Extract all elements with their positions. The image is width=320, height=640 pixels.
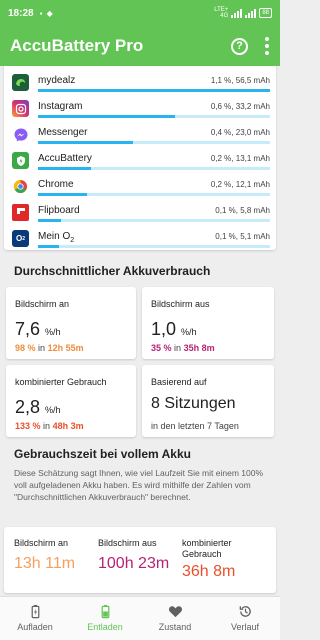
- nav-health[interactable]: Zustand: [140, 597, 210, 640]
- list-item-messenger[interactable]: Messenger 0,4 %, 23,0 mAh: [4, 124, 276, 150]
- usage-bar: [38, 89, 270, 92]
- battery-charging-icon: [31, 604, 39, 619]
- list-item-instagram[interactable]: Instagram 0,6 %, 33,2 mAh: [4, 98, 276, 124]
- estimate-label: kombinierter Gebrauch: [182, 538, 232, 559]
- app-usage-stat: 1,1 %, 56,5 mAh: [210, 76, 270, 85]
- tile-value: 2,8 %/h: [15, 397, 61, 417]
- tile-combined-usage[interactable]: kombinierter Gebrauch 2,8 %/h 133 % in 4…: [6, 365, 136, 437]
- app-name: Flipboard: [38, 205, 80, 216]
- app-usage-list: mydealz 1,1 %, 56,5 mAh Instagram 0,6 %,…: [4, 56, 276, 250]
- app-bar: AccuBattery Pro ?: [0, 26, 280, 66]
- app-usage-stat: 0,6 %, 33,2 mAh: [210, 102, 270, 111]
- usage-bar: [38, 219, 270, 222]
- tile-label: Bildschirm aus: [151, 299, 210, 309]
- battery-discharging-icon: [101, 604, 109, 619]
- tile-sub: 98 % in 12h 55m: [15, 343, 84, 353]
- battery-icon: 88: [259, 8, 272, 18]
- more-options-icon[interactable]: [264, 37, 270, 55]
- app-usage-stat: 0,1 %, 5,8 mAh: [215, 206, 270, 215]
- tile-screen-on[interactable]: Bildschirm an 7,6 %/h 98 % in 12h 55m: [6, 287, 136, 359]
- messenger-icon: [12, 126, 29, 143]
- usage-bar: [38, 141, 270, 144]
- nav-label: Zustand: [158, 622, 192, 632]
- tile-label: Basierend auf: [151, 377, 207, 387]
- notification-icons: ▪ ◆: [39, 8, 54, 18]
- list-item-chrome[interactable]: Chrome 0,2 %, 12,1 mAh: [4, 176, 276, 202]
- tile-value: 8 Sitzungen: [151, 395, 236, 412]
- app-name: AccuBattery: [38, 153, 92, 164]
- status-bar: 18:28 ▪ ◆ LTE+ 4G 88: [0, 0, 280, 26]
- estimate-screen-on: Bildschirm an 13h 11m: [14, 538, 75, 573]
- tile-label: kombinierter Gebrauch: [15, 377, 107, 387]
- estimate-value: 13h 11m: [14, 555, 76, 572]
- accubattery-icon: [12, 152, 29, 169]
- app-usage-stat: 0,4 %, 23,0 mAh: [210, 128, 270, 137]
- chrome-icon: [12, 178, 29, 195]
- o2-icon: O2: [12, 230, 29, 247]
- tile-sub: in den letzten 7 Tagen: [151, 421, 239, 431]
- runtime-estimate-card: Bildschirm an 13h 11m Bildschirm aus 100…: [4, 527, 276, 593]
- mydealz-icon: [12, 74, 29, 91]
- section-title-average-usage: Durchschnittlicher Akkuverbrauch: [14, 264, 211, 278]
- nav-charging[interactable]: Aufladen: [0, 597, 70, 640]
- nav-label: Entladen: [87, 622, 123, 632]
- estimate-value: 36h 8m: [182, 563, 236, 580]
- nav-history[interactable]: Verlauf: [210, 597, 280, 640]
- usage-bar: [38, 193, 270, 196]
- list-item-flipboard[interactable]: Flipboard 0,1 %, 5,8 mAh: [4, 202, 276, 228]
- tile-sub: 133 % in 48h 3m: [15, 421, 84, 431]
- signal-icon: [231, 8, 243, 18]
- section-title-runtime: Gebrauchszeit bei vollem Akku: [14, 447, 191, 461]
- tile-label: Bildschirm an: [15, 299, 70, 309]
- app-usage-stat: 0,2 %, 13,1 mAh: [210, 154, 270, 163]
- estimate-value: 100h 23m: [98, 555, 170, 572]
- list-item-mein-o2[interactable]: O2 Mein O2 0,1 %, 5,1 mAh: [4, 228, 276, 250]
- app-name: Messenger: [38, 127, 88, 138]
- nav-label: Verlauf: [230, 622, 260, 632]
- network-type: LTE+ 4G: [214, 7, 228, 19]
- nav-discharging[interactable]: Entladen: [70, 597, 140, 640]
- app-name: mydealz: [38, 75, 76, 86]
- app-name: Chrome: [38, 179, 74, 190]
- tile-based-on[interactable]: Basierend auf 8 Sitzungen in den letzten…: [142, 365, 274, 437]
- usage-bar: [38, 115, 270, 118]
- tile-value: 7,6 %/h: [15, 319, 61, 339]
- tile-value: 1,0 %/h: [151, 319, 197, 339]
- list-item-accubattery[interactable]: AccuBattery 0,2 %, 13,1 mAh: [4, 150, 276, 176]
- nav-label: Aufladen: [17, 622, 53, 632]
- instagram-icon: [12, 100, 29, 117]
- app-title: AccuBattery Pro: [10, 36, 144, 55]
- flipboard-icon: [12, 204, 29, 221]
- bottom-navigation: Aufladen Entladen Zustand Verlauf: [0, 596, 280, 640]
- app-name: Instagram: [38, 101, 83, 112]
- help-icon[interactable]: ?: [231, 37, 248, 55]
- list-item-mydealz[interactable]: mydealz 1,1 %, 56,5 mAh: [4, 72, 276, 98]
- estimate-screen-off: Bildschirm aus 100h 23m: [98, 538, 169, 573]
- heart-icon: [168, 606, 182, 618]
- app-name: Mein O2: [38, 231, 75, 244]
- usage-bar: [38, 245, 270, 248]
- tile-screen-off[interactable]: Bildschirm aus 1,0 %/h 35 % in 35h 8m: [142, 287, 274, 359]
- estimate-label: Bildschirm an: [14, 538, 69, 548]
- signal-icon-2: [245, 8, 257, 18]
- estimate-label: Bildschirm aus: [98, 538, 157, 548]
- status-time: 18:28: [8, 7, 34, 19]
- app-usage-stat: 0,1 %, 5,1 mAh: [215, 232, 270, 241]
- history-icon: [239, 606, 251, 617]
- app-usage-stat: 0,2 %, 12,1 mAh: [210, 180, 270, 189]
- tile-sub: 35 % in 35h 8m: [151, 343, 215, 353]
- runtime-description: Diese Schätzung sagt Ihnen, wie viel Lau…: [14, 468, 263, 502]
- status-right: LTE+ 4G 88: [214, 7, 272, 19]
- usage-bar: [38, 167, 270, 170]
- network-bottom-label: 4G: [220, 13, 229, 19]
- estimate-combined: kombinierter Gebrauch 36h 8m: [182, 538, 272, 581]
